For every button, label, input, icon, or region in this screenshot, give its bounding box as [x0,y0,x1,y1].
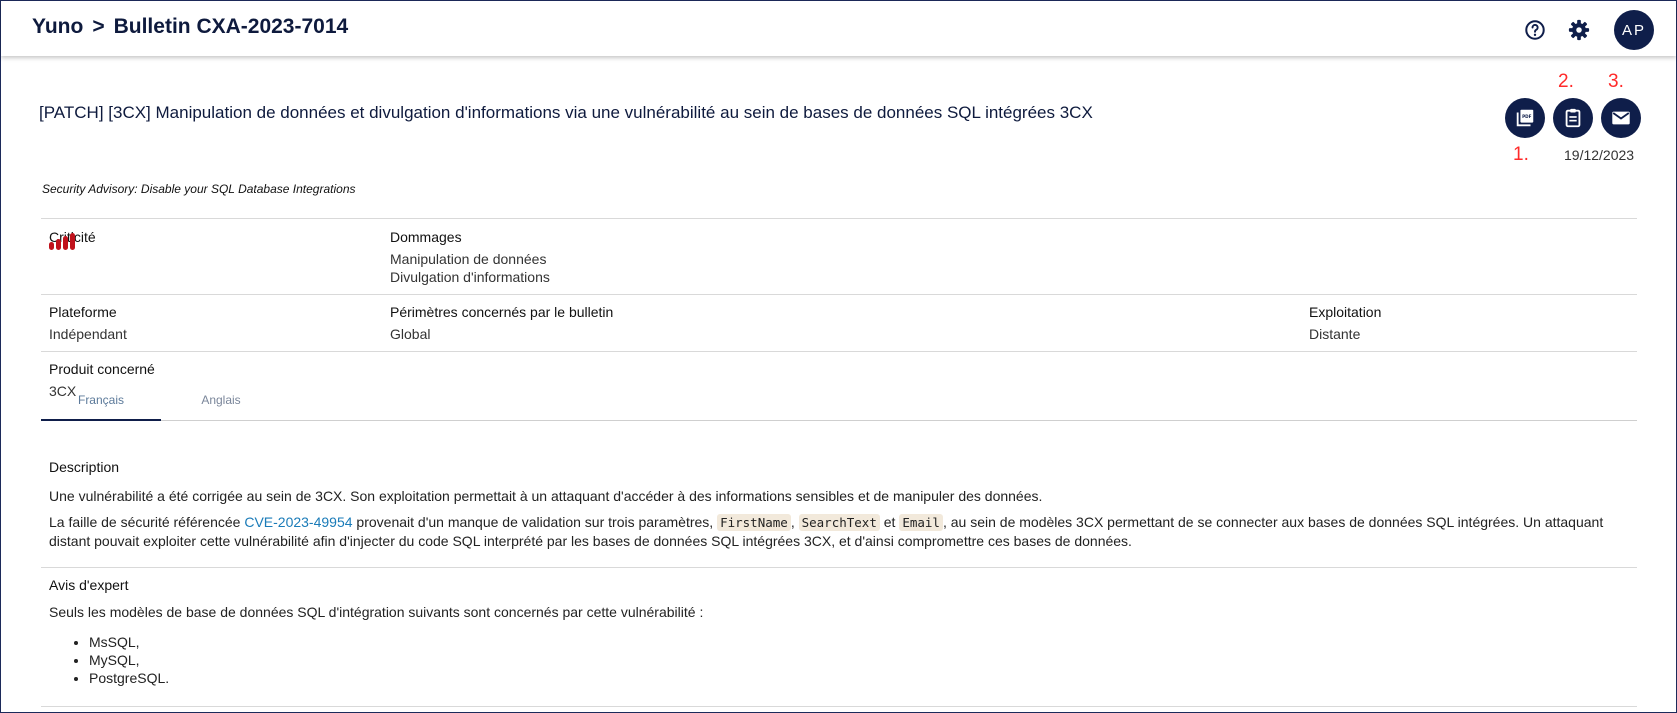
list-item: MsSQL, [89,633,169,651]
breadcrumb-separator: > [92,15,105,38]
tab-francais[interactable]: Français [41,391,161,421]
divider [41,218,1637,219]
top-bar: Yuno > Bulletin CXA-2023-7014 AP [1,1,1676,56]
help-button[interactable] [1520,15,1550,45]
mail-icon [1612,111,1630,125]
divider [41,294,1637,295]
annotation-2: 2. [1558,71,1574,92]
damage-item: Manipulation de données [390,251,547,267]
breadcrumb-current-page: Bulletin CXA-2023-7014 [113,15,349,38]
breadcrumb: Yuno > Bulletin CXA-2023-7014 [32,15,348,39]
pdf-icon: PDF [1516,109,1534,127]
cve-link[interactable]: CVE-2023-49954 [244,514,352,530]
perimeter-label: Périmètres concernés par le bulletin [390,304,614,320]
exploitation-value: Distante [1309,326,1361,342]
gear-icon [1568,19,1590,41]
damage-item: Divulgation d'informations [390,269,550,285]
bulletin-actions: PDF [1505,98,1641,138]
description-title: Description [49,459,120,475]
settings-button[interactable] [1564,15,1594,45]
divider [41,351,1637,352]
top-icons: AP [1520,10,1654,50]
bulletin-date: 19/12/2023 [1564,147,1635,163]
product-label: Produit concerné [49,361,155,377]
annotation-1: 1. [1513,144,1529,165]
copy-clipboard-button[interactable] [1553,98,1593,138]
platform-label: Plateforme [49,304,117,320]
platform-value: Indépendant [49,326,127,342]
divider [41,567,1637,568]
avatar-initials: AP [1621,21,1646,39]
breadcrumb-home-link[interactable]: Yuno [32,15,83,39]
annotation-3: 3. [1608,71,1624,92]
svg-text:PDF: PDF [1522,114,1532,119]
send-email-button[interactable] [1601,98,1641,138]
divider [41,706,1637,707]
description-paragraph: La faille de sécurité référencée CVE-202… [49,513,1629,550]
text-span: La faille de sécurité référencée [49,514,245,530]
criticity-level-icon [49,233,75,250]
bulletin-subtitle: Security Advisory: Disable your SQL Data… [42,182,356,196]
text-span: , [790,514,799,530]
language-tabs: Français Anglais [41,391,1637,421]
damages-label: Dommages [390,229,462,245]
avatar[interactable]: AP [1614,10,1654,50]
bulletin-title: [PATCH] [3CX] Manipulation de données et… [39,103,1093,122]
code-email: Email [899,514,943,531]
expert-title: Avis d'expert [49,577,129,593]
list-item: MySQL, [89,651,169,669]
expert-intro: Seuls les modèles de base de données SQL… [49,604,704,620]
export-pdf-button[interactable]: PDF [1505,98,1545,138]
bulletin-content: [PATCH] [3CX] Manipulation de données et… [1,56,1676,712]
text-span: et [879,514,900,530]
code-firstname: FirstName [717,514,791,531]
tab-anglais[interactable]: Anglais [161,391,281,419]
text-span: provenait d'un manque de validation sur … [352,514,718,530]
description-paragraph: Une vulnérabilité a été corrigée au sein… [49,488,1043,504]
exploitation-label: Exploitation [1309,304,1382,320]
list-item: PostgreSQL. [89,669,169,687]
affected-db-list: MsSQL, MySQL, PostgreSQL. [49,633,169,687]
perimeter-value: Global [390,326,431,342]
help-icon [1525,20,1545,40]
clipboard-icon [1565,108,1581,128]
code-searchtext: SearchText [798,514,880,531]
